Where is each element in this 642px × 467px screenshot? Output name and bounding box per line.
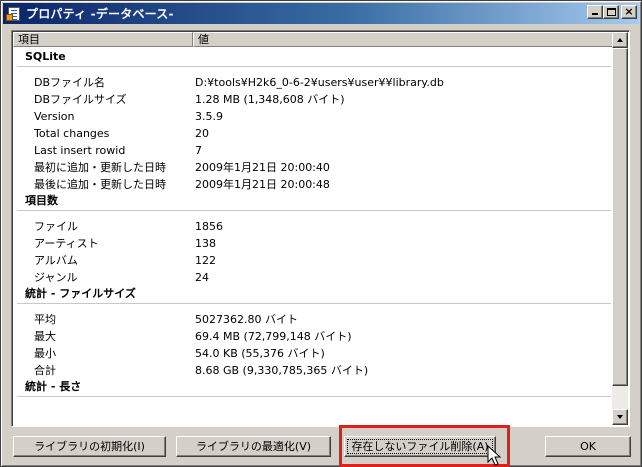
section-title: 統計 - 長さ: [25, 380, 82, 393]
section-title: 統計 - ファイルサイズ: [25, 287, 136, 300]
column-header-item[interactable]: 項目: [13, 32, 193, 47]
item-value: 138: [195, 237, 216, 250]
maximize-icon: [607, 8, 616, 16]
item-key: アルバム: [34, 254, 78, 267]
scroll-down-button[interactable]: [612, 409, 628, 425]
scroll-up-button[interactable]: [612, 32, 628, 48]
section-divider: [17, 66, 611, 67]
list-item[interactable]: 最小 54.0 KB (55,376 バイト): [13, 345, 613, 362]
section-divider: [17, 303, 611, 304]
item-value: 2009年1月21日 20:00:48: [195, 178, 330, 191]
section-title: 項目数: [25, 194, 58, 207]
item-value: 2009年1月21日 20:00:40: [195, 161, 330, 174]
list-item[interactable]: 平均 5027362.80 バイト: [13, 311, 613, 328]
item-key: DBファイルサイズ: [34, 93, 127, 106]
list-item[interactable]: Version 3.5.9: [13, 108, 613, 125]
item-value: 20: [195, 127, 209, 140]
properties-window: プロパティ -データベース- × 項目 値 SQLite DBファイル名 D:¥to…: [0, 0, 642, 467]
item-key: 最初に追加・更新した日時: [34, 161, 166, 174]
vertical-scrollbar[interactable]: [612, 32, 628, 425]
title-bar[interactable]: プロパティ -データベース- ×: [3, 3, 639, 24]
arrow-down-icon: [617, 415, 623, 419]
item-value: 5027362.80 バイト: [195, 313, 298, 326]
item-key: ファイル: [34, 220, 78, 233]
mouse-cursor-icon: [487, 445, 502, 466]
item-value: 7: [195, 144, 202, 157]
list-item[interactable]: アーティスト 138: [13, 235, 613, 252]
list-item[interactable]: Last insert rowid 7: [13, 142, 613, 159]
minimize-icon: [592, 13, 598, 15]
item-key: Version: [34, 110, 75, 123]
column-header-value[interactable]: 値: [193, 32, 613, 47]
list-header: 項目 値: [13, 32, 613, 47]
list-item[interactable]: Total changes 20: [13, 125, 613, 142]
maximize-button[interactable]: [603, 5, 619, 19]
scroll-thumb[interactable]: [612, 48, 628, 386]
window-title: プロパティ -データベース-: [26, 7, 174, 21]
minimize-button[interactable]: [587, 5, 603, 19]
section-title: SQLite: [25, 50, 66, 63]
delete-missing-files-button[interactable]: 存在しないファイル削除(A): [344, 436, 496, 457]
list-item[interactable]: DBファイル名 D:¥tools¥H2k6_0-6-2¥users¥user¥¥l…: [13, 74, 613, 91]
item-key: 合計: [34, 364, 56, 377]
item-key: 最大: [34, 330, 56, 343]
item-value: 3.5.9: [195, 110, 223, 123]
item-key: アーティスト: [34, 237, 99, 250]
item-key: DBファイル名: [34, 76, 106, 89]
item-key: 最後に追加・更新した日時: [34, 178, 166, 191]
section-divider: [17, 396, 611, 397]
list-item[interactable]: ファイル 1856: [13, 218, 613, 235]
close-button[interactable]: ×: [621, 5, 637, 19]
close-icon: ×: [624, 5, 634, 18]
database-app-icon: [6, 6, 22, 22]
item-value: 69.4 MB (72,799,148 バイト): [195, 330, 352, 343]
section-divider: [17, 210, 611, 211]
caption-buttons: ×: [587, 5, 637, 19]
item-value: 1856: [195, 220, 223, 233]
item-value: 1.28 MB (1,348,608 バイト): [195, 93, 345, 106]
item-key: Total changes: [34, 127, 110, 140]
item-value: 54.0 KB (55,376 バイト): [195, 347, 325, 360]
arrow-up-icon: [617, 38, 623, 42]
list-item[interactable]: 最大 69.4 MB (72,799,148 バイト): [13, 328, 613, 345]
list-item[interactable]: 最初に追加・更新した日時 2009年1月21日 20:00:40: [13, 159, 613, 176]
optimize-library-button[interactable]: ライブラリの最適化(V): [176, 436, 331, 457]
item-key: Last insert rowid: [34, 144, 126, 157]
item-value: 8.68 GB (9,330,785,365 バイト): [195, 364, 369, 377]
list-item[interactable]: ジャンル 24: [13, 269, 613, 286]
item-key: 最小: [34, 347, 56, 360]
item-key: ジャンル: [34, 271, 78, 284]
item-value: 24: [195, 271, 209, 284]
item-value: 122: [195, 254, 216, 267]
list-item[interactable]: 合計 8.68 GB (9,330,785,365 バイト): [13, 362, 613, 379]
list-item[interactable]: 最後に追加・更新した日時 2009年1月21日 20:00:48: [13, 176, 613, 193]
item-key: 平均: [34, 313, 56, 326]
properties-list[interactable]: 項目 値 SQLite DBファイル名 D:¥tools¥H2k6_0-6-2¥us…: [11, 30, 630, 427]
item-value: D:¥tools¥H2k6_0-6-2¥users¥user¥¥library.…: [195, 76, 444, 89]
list-item[interactable]: アルバム 122: [13, 252, 613, 269]
initialize-library-button[interactable]: ライブラリの初期化(I): [13, 436, 166, 457]
list-item[interactable]: DBファイルサイズ 1.28 MB (1,348,608 バイト): [13, 91, 613, 108]
ok-button[interactable]: OK: [545, 436, 631, 457]
